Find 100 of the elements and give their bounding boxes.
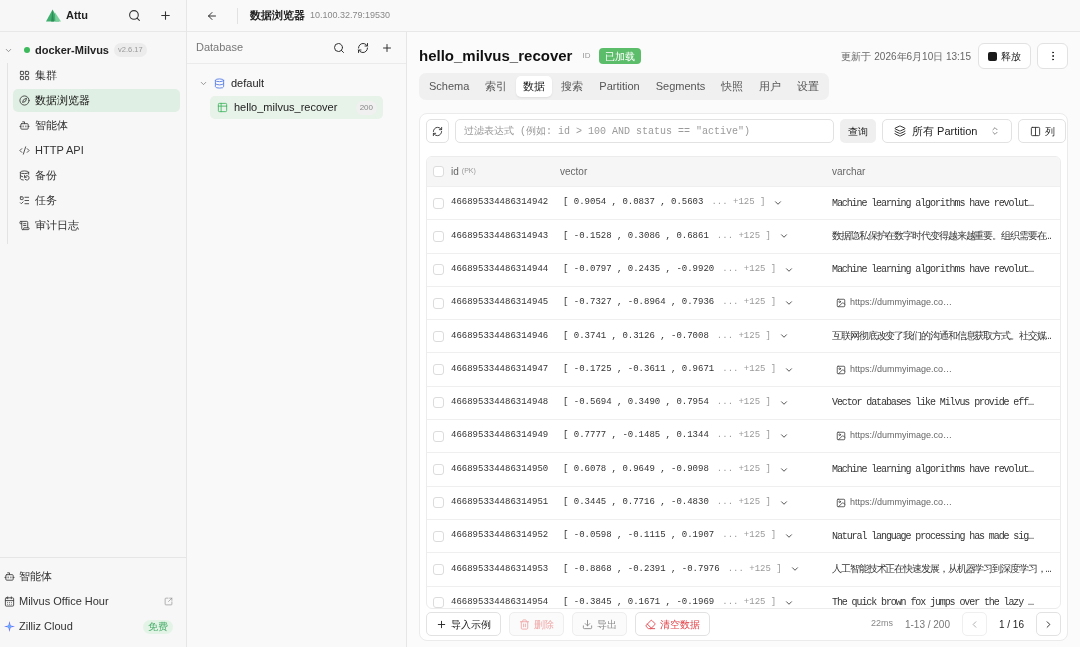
checkbox[interactable] (433, 464, 444, 475)
page-indicator: 1 / 16 (998, 617, 1024, 632)
id-cell-text: 466895334486314953 (451, 562, 549, 576)
back-button[interactable] (205, 9, 218, 22)
vector-cell-text: [ 0.3741 , 0.3126 , -0.7008 ... +125 ] (563, 329, 771, 343)
nav-item[interactable]: 审计日志 (13, 214, 180, 237)
refresh-button[interactable] (356, 41, 369, 54)
sidebar-link[interactable]: Zilliz Cloud 免费 (0, 614, 186, 639)
tab[interactable]: Partition (592, 76, 647, 97)
table-row[interactable]: 466895334486314951 [ 0.3445 , 0.7716 , -0.4830 ... +125 ] https://dummyimage.co… (427, 485, 1060, 519)
nav-item[interactable]: 数据浏览器 (13, 89, 180, 112)
checkbox[interactable] (433, 166, 444, 177)
footer-button[interactable]: 清空数据 (635, 612, 710, 636)
query-button[interactable]: 查询 (840, 119, 876, 143)
calendar-icon (4, 596, 15, 607)
text-cell-text: Machine learning algorithms have revolut… (832, 463, 1033, 477)
table-row[interactable]: 466895334486314953 [ -0.8868 , -0.2391 , -0.7976 ... +125 ] 人工智能技术正在快速发展，从机器学习到深度学习，… (427, 552, 1060, 586)
checkbox[interactable] (433, 430, 444, 442)
tab[interactable]: Schema (422, 76, 477, 97)
refresh-icon (432, 125, 443, 137)
vector-cell: [ 0.7777 , -0.1485 , 0.1344 ... +125 ] (563, 429, 771, 443)
table-icon (217, 102, 228, 113)
image-icon (836, 364, 846, 375)
image-icon (836, 497, 846, 508)
database-icon (19, 170, 30, 181)
code-icon (19, 145, 30, 156)
nav-item[interactable]: 任务 (13, 189, 180, 212)
tab[interactable]: 快照 (714, 76, 751, 97)
nav-item[interactable]: 集群 (13, 64, 180, 87)
chevrons-up-down-icon (990, 126, 1000, 136)
checkbox[interactable] (433, 530, 444, 542)
tab[interactable]: 索引 (478, 76, 515, 97)
search-icon (127, 9, 141, 22)
checkbox[interactable] (433, 597, 444, 608)
connection-name[interactable]: docker-Milvus (35, 41, 109, 59)
server-address: 10.100.32.79:19530 (310, 8, 391, 22)
image-icon (836, 298, 846, 309)
refresh-button[interactable] (426, 119, 449, 143)
checkbox[interactable] (433, 330, 444, 342)
logo-icon (46, 9, 61, 22)
tab[interactable]: 搜索 (554, 76, 591, 97)
checkbox[interactable] (433, 497, 444, 509)
checkbox[interactable] (433, 230, 444, 242)
checkbox[interactable] (433, 297, 444, 309)
checkbox[interactable] (433, 563, 444, 575)
nav-item[interactable]: HTTP API (13, 139, 180, 162)
partition-select[interactable]: 所有 Partition (882, 119, 1012, 143)
table-row[interactable]: 466895334486314948 [ -0.5694 , 0.3490 , 0.7954 ... +125 ] Vector databases like Milvus provide eff… (427, 385, 1060, 420)
tab[interactable]: 设置 (790, 76, 827, 97)
checkbox[interactable] (433, 397, 444, 409)
columns-button[interactable]: 列 (1018, 119, 1066, 143)
checklist-icon (19, 195, 30, 206)
sidebar-link[interactable]: 智能体 (0, 564, 186, 589)
id-label: ID (582, 50, 591, 62)
table-row[interactable]: 466895334486314950 [ 0.6078 , 0.9649 , -0.9098 ... +125 ] Machine learning algorithms have revolut… (427, 452, 1060, 486)
tree-item[interactable]: hello_milvus_recover 200 (210, 96, 383, 119)
columns-icon (1029, 125, 1041, 137)
vector-cell-text: [ -0.1528 , 0.3086 , 0.6861 ... +125 ] (563, 229, 771, 243)
filter-input[interactable]: 过滤表达式 (例如: id > 100 AND status == "active") (455, 119, 834, 143)
sidebar-link[interactable]: Milvus Office Hour (0, 589, 186, 614)
table-row[interactable]: 466895334486314949 [ 0.7777 , -0.1485 , 0.1344 ... +125 ] https://dummyimage.co… (427, 419, 1060, 453)
vector-cell: [ 0.3445 , 0.7716 , -0.4830 ... +125 ] (563, 496, 771, 510)
id-cell-text: 466895334486314950 (451, 462, 549, 476)
tab[interactable]: 用户 (752, 76, 789, 97)
table-row[interactable]: 466895334486314942 [ 0.9054 , 0.0837 , 0.5603 ... +125 ] Machine learning algorithms have revolut… (427, 186, 1060, 220)
footer-button[interactable]: 导入示例 (426, 612, 501, 636)
vector-cell: [ -0.0598 , -0.1115 , 0.1907 ... +125 ] (563, 529, 777, 543)
table-row[interactable]: 466895334486314946 [ 0.3741 , 0.3126 , -0.7008 ... +125 ] 互联网彻底改变了我们的沟通和信息获取方式。社交媒… (427, 319, 1060, 353)
tree-item[interactable]: default (199, 74, 406, 92)
nav-item[interactable]: 智能体 (13, 114, 180, 137)
robot-icon (19, 120, 30, 131)
table-row[interactable]: 466895334486314943 [ -0.1528 , 0.3086 , 0.6861 ... +125 ] 数据隐私保护在数字时代变得越来越重要。组织需要在… (427, 219, 1060, 253)
table-row[interactable]: 466895334486314952 [ -0.0598 , -0.1115 , 0.1907 ... +125 ] Natural language processing has made sig… (427, 518, 1060, 553)
checkbox[interactable] (433, 264, 444, 276)
id-cell-text: 466895334486314943 (451, 229, 549, 243)
column-header: vector (560, 165, 588, 179)
search-button[interactable] (127, 8, 141, 23)
checkbox[interactable] (433, 197, 444, 209)
checkbox[interactable] (433, 364, 444, 376)
vector-cell: [ -0.5694 , 0.3490 , 0.7954 ... +125 ] (563, 396, 771, 410)
search-button[interactable] (332, 41, 345, 54)
trash-icon (519, 618, 530, 630)
column-header: id (451, 165, 459, 179)
release-button[interactable]: 释放 (978, 43, 1031, 69)
id-cell-text: 466895334486314947 (451, 362, 549, 376)
text-cell-text: 互联网彻底改变了我们的沟通和信息获取方式。社交媒… (832, 329, 1051, 344)
text-cell-text: Vector databases like Milvus provide eff… (832, 396, 1033, 411)
id-cell: 466895334486314951 (451, 496, 549, 510)
nav-item[interactable]: 备份 (13, 164, 180, 187)
add-button[interactable] (158, 8, 172, 23)
tab[interactable]: Segments (648, 76, 713, 97)
tab[interactable]: 数据 (516, 76, 553, 97)
id-cell: 466895334486314954 (451, 595, 549, 608)
robot-icon (4, 571, 15, 582)
table-row[interactable]: 466895334486314944 [ -0.0797 , 0.2435 , -0.9920 ... +125 ] Machine learning algorithms have revolut… (427, 252, 1060, 286)
table-row[interactable]: 466895334486314947 [ -0.1725 , -0.3611 , 0.9671 ... +125 ] https://dummyimage.co… (427, 352, 1060, 386)
table-row[interactable]: 466895334486314945 [ -0.7327 , -0.8964 , 0.7936 ... +125 ] https://dummyimage.co… (427, 285, 1060, 320)
range-text: 1-13 / 200 (904, 617, 950, 632)
page-title: 数据浏览器 (250, 8, 305, 24)
vector-cell-text: [ -0.1725 , -0.3611 , 0.9671 ... +125 ] (563, 362, 777, 376)
